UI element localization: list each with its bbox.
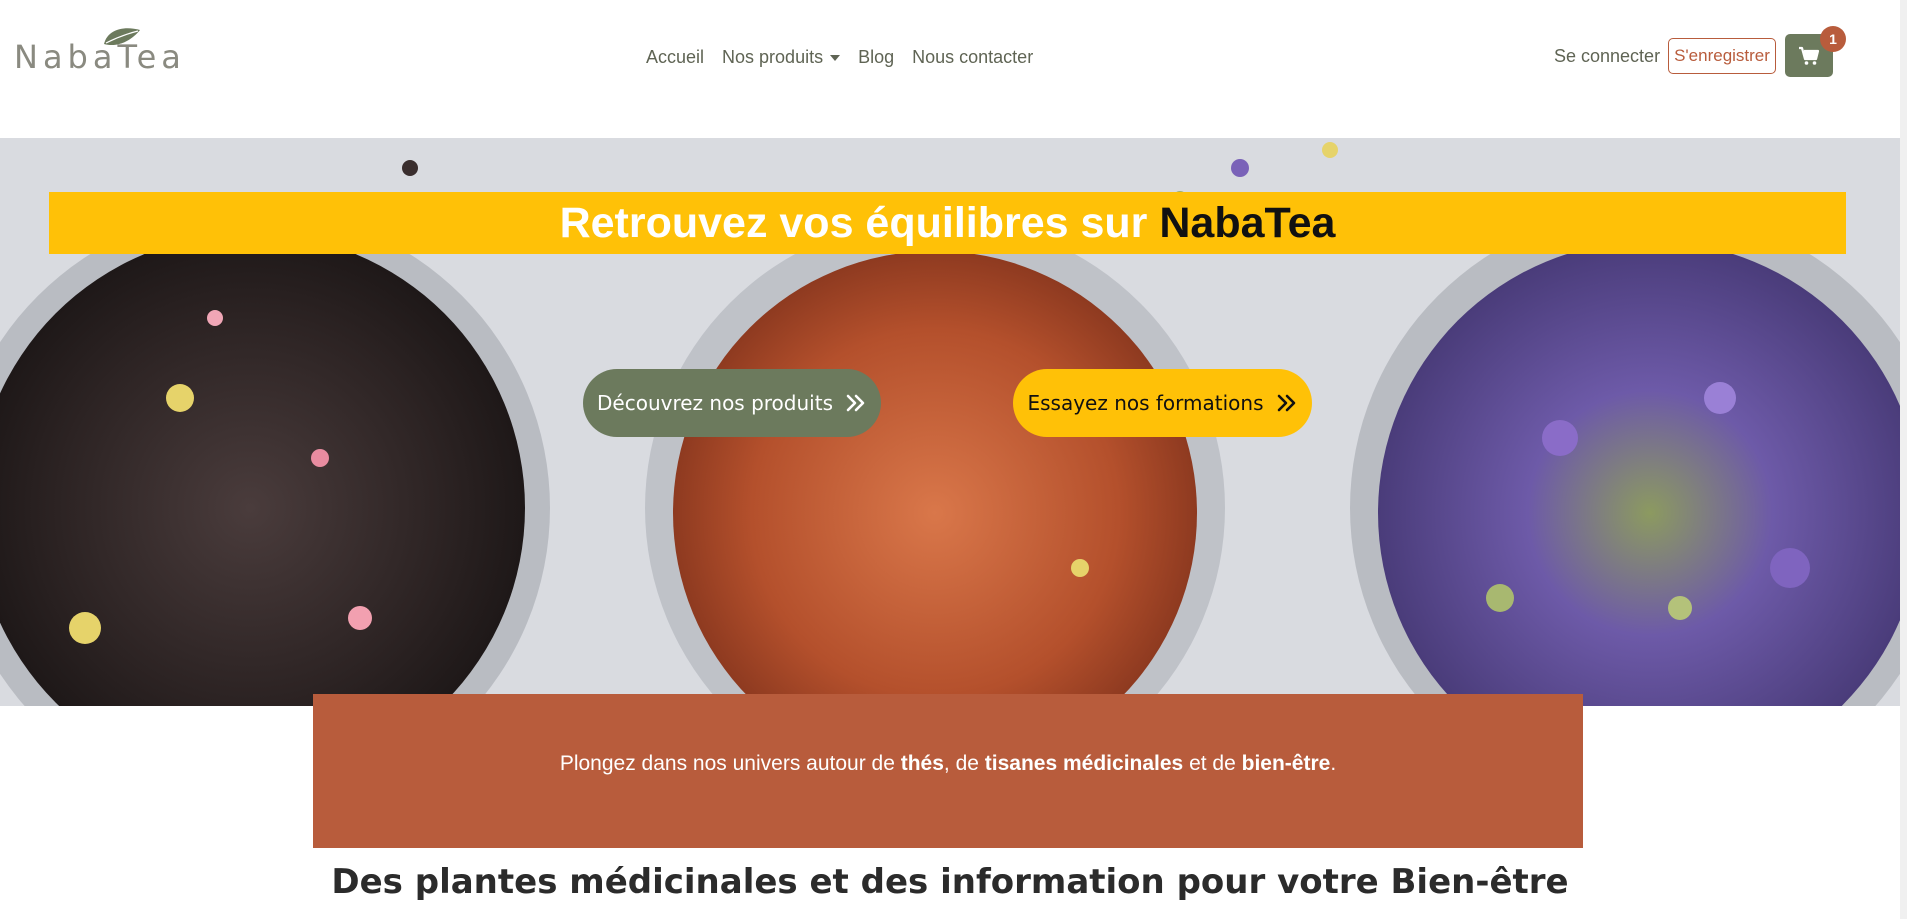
hero: Retrouvez vos équilibres sur NabaTea Déc… xyxy=(0,138,1900,706)
page-scrollbar[interactable] xyxy=(1900,0,1907,919)
try-formations-label: Essayez nos formations xyxy=(1027,391,1264,415)
section-title-keyword: plantes médicinales xyxy=(414,862,798,902)
intro-text-part: . xyxy=(1330,752,1337,775)
register-button[interactable]: S'enregistrer xyxy=(1668,38,1776,74)
nav-link-label: Accueil xyxy=(646,46,705,67)
discover-products-button[interactable]: Découvrez nos produits xyxy=(583,369,881,437)
hero-title: Retrouvez vos équilibres sur NabaTea xyxy=(560,199,1336,248)
intro-band: Plongez dans nos univers autour de thés,… xyxy=(313,694,1583,848)
discover-products-label: Découvrez nos produits xyxy=(597,391,833,415)
nav-link-nos-produits[interactable]: Nos produits xyxy=(722,46,841,68)
nav-link-blog[interactable]: Blog xyxy=(858,47,894,68)
hero-title-prefix: Retrouvez vos équilibres sur xyxy=(559,198,1160,247)
nav-link-nous-contacter[interactable]: Nous contacter xyxy=(912,47,1033,68)
hero-title-brand: NabaTea xyxy=(1159,198,1336,247)
intro-keyword-bien-etre: bien-être xyxy=(1241,752,1331,775)
cart-count-badge: 1 xyxy=(1820,26,1846,52)
intro-text-part: et de xyxy=(1183,752,1242,775)
double-chevron-right-icon xyxy=(1277,394,1295,412)
hero-banner: Retrouvez vos équilibres sur NabaTea xyxy=(49,192,1846,254)
section-title-part: Des xyxy=(331,862,415,902)
section-title: Des plantes médicinales et des informati… xyxy=(0,862,1900,902)
double-chevron-right-icon xyxy=(846,394,865,412)
nav-link-accueil[interactable]: Accueil xyxy=(646,47,704,68)
intro-keyword-thes: thés xyxy=(900,752,944,775)
intro-text-part: Plongez dans nos univers autour de xyxy=(559,752,901,775)
cart-icon xyxy=(1799,46,1820,65)
try-formations-button[interactable]: Essayez nos formations xyxy=(1013,369,1312,437)
logo[interactable]: NabaTea xyxy=(8,18,181,92)
navbar: NabaTea Accueil Nos produits Blog Nous c… xyxy=(0,0,1907,115)
nav-link-label: Nous contacter xyxy=(912,46,1034,67)
intro-text: Plongez dans nos univers autour de thés,… xyxy=(560,752,1336,848)
main-nav: Accueil Nos produits Blog Nous contacter xyxy=(646,44,1051,70)
logo-text: NabaTea xyxy=(14,38,186,76)
nav-link-label: Nos produits xyxy=(722,46,824,67)
caret-down-icon xyxy=(830,55,841,61)
signin-link[interactable]: Se connecter xyxy=(1554,46,1660,67)
nav-link-label: Blog xyxy=(858,46,895,67)
intro-keyword-tisanes: tisanes médicinales xyxy=(984,752,1184,775)
section-title-part: et des information pour votre Bien-être xyxy=(797,862,1569,902)
intro-text-part: , de xyxy=(943,752,985,775)
